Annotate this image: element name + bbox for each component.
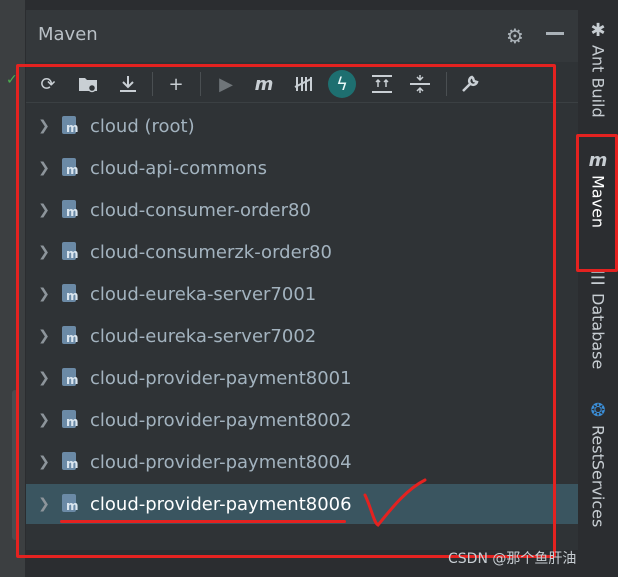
tree-item[interactable]: ❯ m cloud-api-commons bbox=[26, 148, 578, 188]
tree-item[interactable]: ❯ m cloud-consumerzk-order80 bbox=[26, 232, 578, 272]
right-tool-bar: ✱ Ant Build m Maven ☰ Database ❂ RestSer… bbox=[578, 0, 618, 577]
collapse-all-icon[interactable] bbox=[406, 70, 434, 98]
run-icon[interactable]: ▶ bbox=[212, 70, 240, 98]
chevron-right-icon[interactable]: ❯ bbox=[32, 244, 56, 260]
gear-icon[interactable]: ⚙ bbox=[506, 24, 524, 48]
maven-module-icon: m bbox=[60, 451, 82, 473]
chevron-right-icon[interactable]: ❯ bbox=[32, 454, 56, 470]
refresh-icon[interactable]: ⟳ bbox=[34, 70, 62, 98]
tab-label: Ant Build bbox=[588, 45, 608, 118]
chevron-right-icon[interactable]: ❯ bbox=[32, 118, 56, 134]
tree-item[interactable]: ❯ m cloud-provider-payment8006 bbox=[26, 484, 578, 524]
tree-item-label: cloud-provider-payment8004 bbox=[90, 451, 352, 473]
annotation-underline bbox=[60, 520, 346, 523]
toolbar-separator bbox=[152, 72, 153, 96]
tree-item[interactable]: ❯ m cloud-provider-payment8002 bbox=[26, 400, 578, 440]
tab-maven[interactable]: m Maven bbox=[578, 150, 618, 228]
expand-all-icon[interactable] bbox=[368, 70, 396, 98]
tab-label: RestServices bbox=[588, 425, 608, 528]
panel-header: Maven ⚙ bbox=[26, 10, 578, 62]
wrench-icon[interactable] bbox=[456, 70, 484, 98]
skip-tests-icon[interactable]: ϟ bbox=[328, 70, 356, 98]
tree-item[interactable]: ❯ m cloud-provider-payment8001 bbox=[26, 358, 578, 398]
maven-module-icon: m bbox=[60, 367, 82, 389]
chevron-right-icon[interactable]: ❯ bbox=[32, 496, 56, 512]
tree-item-label: cloud (root) bbox=[90, 115, 195, 137]
tab-ant-build[interactable]: ✱ Ant Build bbox=[578, 20, 618, 118]
folder-sync-icon[interactable] bbox=[74, 70, 102, 98]
ant-icon: ✱ bbox=[590, 20, 606, 41]
maven-m-icon[interactable]: m bbox=[250, 70, 278, 98]
check-icon: ✓ bbox=[6, 72, 18, 88]
tree-item[interactable]: ❯ m cloud-eureka-server7001 bbox=[26, 274, 578, 314]
toggle-offline-icon[interactable] bbox=[290, 70, 318, 98]
maven-icon: m bbox=[588, 150, 608, 171]
tree-item-label: cloud-provider-payment8006 bbox=[90, 493, 352, 515]
tree-item-label: cloud-provider-payment8002 bbox=[90, 409, 352, 431]
database-icon: ☰ bbox=[589, 268, 607, 289]
chevron-right-icon[interactable]: ❯ bbox=[32, 160, 56, 176]
maven-toolbar: ⟳ + ▶ m ϟ bbox=[26, 64, 578, 103]
tree-item[interactable]: ❯ m cloud-provider-payment8004 bbox=[26, 442, 578, 482]
maven-module-icon: m bbox=[60, 283, 82, 305]
chevron-right-icon[interactable]: ❯ bbox=[32, 328, 56, 344]
tab-rest-services[interactable]: ❂ RestServices bbox=[578, 400, 618, 527]
tree-item-label: cloud-consumer-order80 bbox=[90, 199, 311, 221]
maven-module-icon: m bbox=[60, 115, 82, 137]
maven-module-icon: m bbox=[60, 493, 82, 515]
tab-database[interactable]: ☰ Database bbox=[578, 268, 618, 369]
chevron-right-icon[interactable]: ❯ bbox=[32, 286, 56, 302]
tree-item-label: cloud-eureka-server7001 bbox=[90, 283, 317, 305]
maven-module-icon: m bbox=[60, 325, 82, 347]
tab-label: Maven bbox=[588, 175, 608, 229]
panel-title: Maven bbox=[38, 24, 98, 45]
toolbar-separator bbox=[200, 72, 201, 96]
rest-services-icon: ❂ bbox=[590, 400, 606, 421]
watermark: CSDN @那个鱼肝油 bbox=[448, 551, 577, 567]
maven-module-icon: m bbox=[60, 199, 82, 221]
tree-item[interactable]: ❯ m cloud (root) bbox=[26, 106, 578, 146]
maven-panel: Maven ⚙ ⟳ + ▶ m ϟ ❯ m cloud (root) ❯ m cloud-… bbox=[26, 10, 578, 550]
annotation-checkmark bbox=[363, 478, 427, 527]
maven-module-icon: m bbox=[60, 157, 82, 179]
tree-item-label: cloud-provider-payment8001 bbox=[90, 367, 352, 389]
tab-label: Database bbox=[588, 293, 608, 370]
tree-item-label: cloud-consumerzk-order80 bbox=[90, 241, 332, 263]
chevron-right-icon[interactable]: ❯ bbox=[32, 412, 56, 428]
download-icon[interactable] bbox=[114, 70, 142, 98]
tree-item[interactable]: ❯ m cloud-eureka-server7002 bbox=[26, 316, 578, 356]
plus-icon[interactable]: + bbox=[162, 70, 190, 98]
editor-scrollbar[interactable] bbox=[12, 390, 18, 540]
maven-module-icon: m bbox=[60, 241, 82, 263]
maven-module-icon: m bbox=[60, 409, 82, 431]
tree-item-label: cloud-eureka-server7002 bbox=[90, 325, 317, 347]
minimize-icon[interactable] bbox=[546, 32, 564, 35]
tree-item[interactable]: ❯ m cloud-consumer-order80 bbox=[26, 190, 578, 230]
toolbar-separator bbox=[446, 72, 447, 96]
chevron-right-icon[interactable]: ❯ bbox=[32, 370, 56, 386]
tree-item-label: cloud-api-commons bbox=[90, 157, 267, 179]
chevron-right-icon[interactable]: ❯ bbox=[32, 202, 56, 218]
